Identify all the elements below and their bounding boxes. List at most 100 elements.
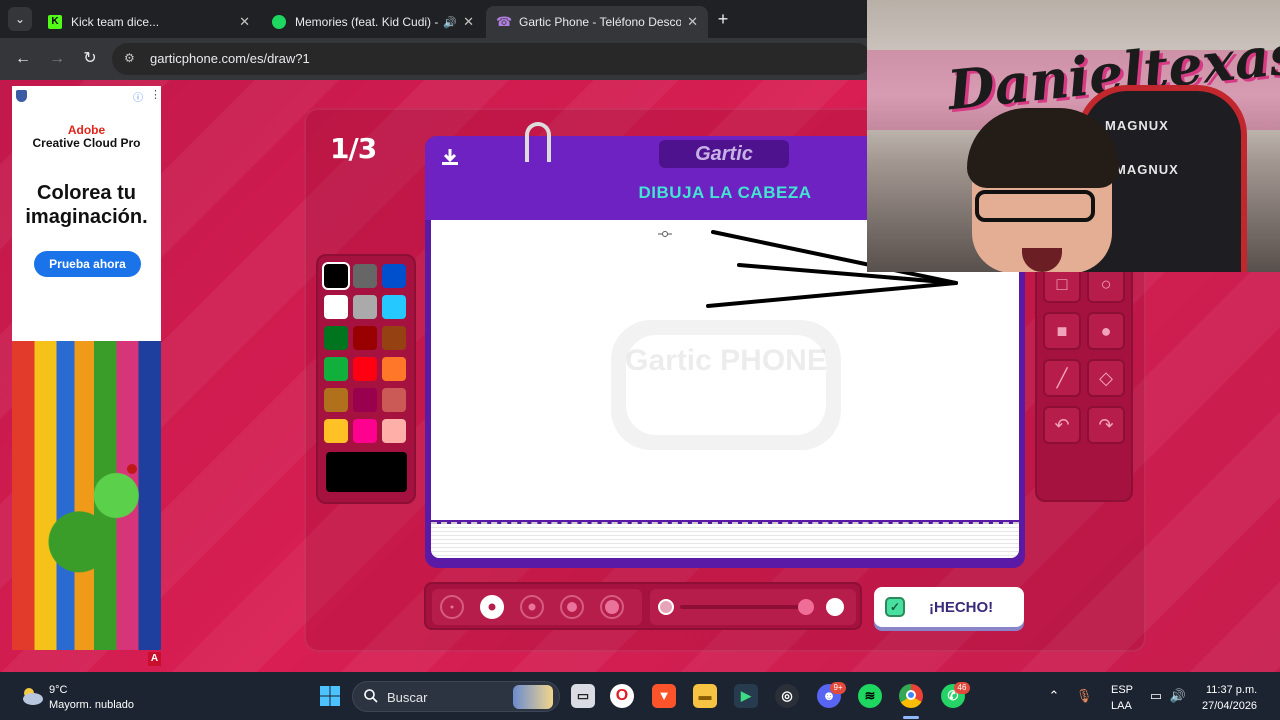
- color-swatch[interactable]: [324, 419, 348, 443]
- gartic-logo: Gartic: [659, 140, 789, 168]
- chair-brand-2: MAGNUX: [1115, 162, 1179, 177]
- ad-headline-line2: imaginación.: [25, 206, 148, 228]
- color-swatch[interactable]: [324, 388, 348, 412]
- opacity-track[interactable]: [680, 605, 802, 609]
- search-highlight-art: [513, 685, 553, 709]
- color-swatch[interactable]: [382, 264, 406, 288]
- ad-brand: Adobe: [67, 123, 106, 137]
- url-text[interactable]: garticphone.com/es/draw?1: [150, 51, 310, 66]
- clock-time[interactable]: 11:37 p.m.: [1206, 684, 1257, 696]
- frog-eye: [127, 464, 137, 474]
- forward-button[interactable]: →: [46, 48, 68, 70]
- done-button[interactable]: ✓ ¡HECHO!: [874, 587, 1024, 627]
- color-swatch[interactable]: [382, 357, 406, 381]
- redo-icon[interactable]: ↷: [1087, 406, 1125, 444]
- done-label: ¡HECHO!: [929, 598, 994, 616]
- watermark-text: Gartic PHONE: [625, 344, 827, 377]
- crosshair-cursor-icon: [658, 231, 672, 237]
- color-palette: [316, 254, 416, 504]
- more-icon[interactable]: ⋮: [150, 88, 161, 101]
- input-language[interactable]: ESP: [1111, 684, 1133, 696]
- new-tab-button[interactable]: +: [713, 9, 733, 30]
- ad-badge[interactable]: A: [148, 652, 161, 666]
- rect-fill-icon[interactable]: ■: [1043, 312, 1081, 350]
- close-icon[interactable]: ✕: [463, 14, 474, 30]
- info-icon[interactable]: ⓘ: [133, 89, 143, 104]
- brush-size-3[interactable]: [520, 595, 544, 619]
- site-info-icon[interactable]: ⚙: [124, 51, 140, 67]
- opera-icon[interactable]: O: [610, 684, 634, 708]
- opacity-min-icon: [658, 599, 674, 615]
- ad-top: ⓘ ⋮ Adobe Creative Cloud Pro Colorea tu …: [12, 86, 161, 341]
- whatsapp-badge: 46: [954, 682, 970, 694]
- keyboard-layout[interactable]: LAA: [1111, 700, 1132, 712]
- omnibox[interactable]: ⚙ garticphone.com/es/draw?1: [112, 43, 872, 75]
- kick-icon: K: [48, 15, 62, 29]
- color-swatch[interactable]: [382, 388, 406, 412]
- reload-button[interactable]: ↻: [79, 48, 101, 70]
- task-view-icon[interactable]: ▭: [571, 684, 595, 708]
- spotify-taskbar-icon[interactable]: ≋: [858, 684, 882, 708]
- ellipse-fill-icon[interactable]: ●: [1087, 312, 1125, 350]
- adchoices-shield-icon[interactable]: [16, 90, 27, 102]
- chrome-icon[interactable]: [899, 684, 923, 708]
- volume-icon[interactable]: 🔊: [1168, 686, 1188, 706]
- opacity-slider[interactable]: [650, 589, 856, 625]
- brush-size-1[interactable]: [440, 595, 464, 619]
- tab-gartic[interactable]: ☎ Gartic Phone - Teléfono Descon ✕: [486, 6, 708, 38]
- clock-date[interactable]: 27/04/2026: [1202, 700, 1257, 712]
- tab-search-button[interactable]: ⌄: [8, 7, 32, 31]
- weather-cloud-icon[interactable]: [20, 685, 43, 707]
- chevron-up-icon[interactable]: ⌃: [1044, 686, 1064, 706]
- ad-banner[interactable]: ⓘ ⋮ Adobe Creative Cloud Pro Colorea tu …: [12, 86, 161, 650]
- color-swatch[interactable]: [382, 295, 406, 319]
- weather-desc[interactable]: Mayorm. nublado: [49, 699, 134, 711]
- tab-spotify[interactable]: Memories (feat. Kid Cudi) - 🔊 ✕: [262, 6, 484, 38]
- microphone-icon[interactable]: 🎙: [1074, 686, 1094, 706]
- speaker-icon[interactable]: 🔊: [443, 16, 457, 29]
- discord-badge: 9+: [830, 682, 846, 694]
- close-icon[interactable]: ✕: [687, 14, 698, 30]
- taskbar-search[interactable]: Buscar: [352, 681, 560, 712]
- network-icon[interactable]: ▭: [1146, 686, 1166, 706]
- close-icon[interactable]: ✕: [239, 14, 250, 30]
- opacity-handle[interactable]: [798, 599, 814, 615]
- chrome-active-indicator: [903, 716, 919, 719]
- windows-start-icon[interactable]: [318, 684, 342, 708]
- color-swatch[interactable]: [353, 357, 377, 381]
- android-studio-icon[interactable]: ▶: [734, 684, 758, 708]
- tab-title: Memories (feat. Kid Cudi) -: [295, 15, 439, 29]
- ad-frog-image[interactable]: [12, 341, 161, 650]
- color-swatch[interactable]: [353, 295, 377, 319]
- search-placeholder: Buscar: [387, 690, 428, 705]
- brush-size-4[interactable]: [560, 595, 584, 619]
- ad-cta-button[interactable]: Prueba ahora: [34, 251, 141, 277]
- weather-temp[interactable]: 9°C: [49, 684, 67, 696]
- color-swatch[interactable]: [324, 326, 348, 350]
- bucket-icon[interactable]: ◇: [1087, 359, 1125, 397]
- search-icon: [364, 689, 378, 703]
- brush-size-5[interactable]: [600, 595, 624, 619]
- color-swatch[interactable]: [353, 264, 377, 288]
- color-swatch[interactable]: [324, 295, 348, 319]
- back-button[interactable]: ←: [12, 48, 34, 70]
- brush-size-2[interactable]: [480, 595, 504, 619]
- undo-icon[interactable]: ↶: [1043, 406, 1081, 444]
- tab-kick[interactable]: K Kick team dice... ✕: [38, 6, 260, 38]
- tab-title: Gartic Phone - Teléfono Descon: [519, 15, 682, 29]
- color-swatch[interactable]: [353, 388, 377, 412]
- line-icon[interactable]: ╱: [1043, 359, 1081, 397]
- color-swatch[interactable]: [382, 419, 406, 443]
- steam-icon[interactable]: ◎: [775, 684, 799, 708]
- color-swatch[interactable]: [382, 326, 406, 350]
- color-swatch[interactable]: [353, 419, 377, 443]
- file-explorer-icon[interactable]: ▬: [693, 684, 717, 708]
- color-swatch[interactable]: [324, 357, 348, 381]
- canvas-watermark: [611, 320, 841, 450]
- download-icon[interactable]: [439, 146, 461, 168]
- color-swatch[interactable]: [322, 262, 350, 290]
- spotify-icon: [272, 15, 286, 29]
- paper-stack: [431, 524, 1019, 558]
- brave-icon[interactable]: ▼: [652, 684, 676, 708]
- color-swatch[interactable]: [353, 326, 377, 350]
